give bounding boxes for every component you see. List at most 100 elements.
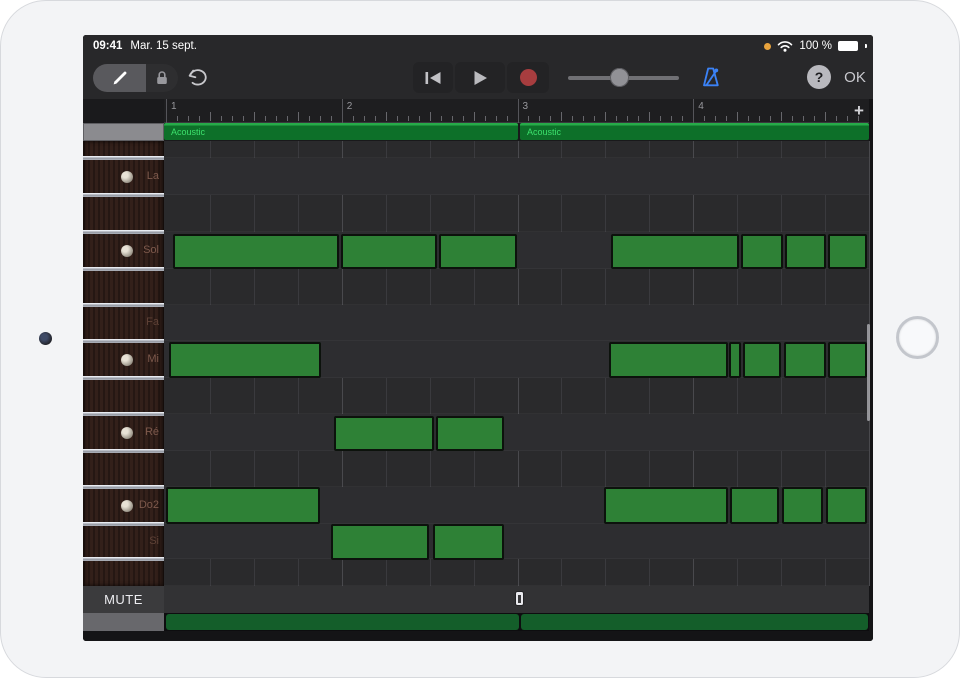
ruler-tick xyxy=(485,116,486,121)
note-sol[interactable] xyxy=(439,234,517,269)
overview-region-2[interactable] xyxy=(521,614,868,630)
note-si[interactable] xyxy=(331,524,429,560)
ruler-tick xyxy=(737,112,738,121)
ruler-tick xyxy=(353,116,354,121)
date: Mar. 15 sept. xyxy=(130,40,196,52)
note-sol[interactable] xyxy=(611,234,739,269)
fret-line xyxy=(83,230,164,234)
home-button[interactable] xyxy=(896,316,939,359)
metronome-button[interactable] xyxy=(699,65,723,89)
note-sol[interactable] xyxy=(341,234,437,269)
vertical-scrollbar[interactable] xyxy=(867,324,870,421)
ruler-tick xyxy=(638,116,639,121)
ruler-tick xyxy=(583,116,584,121)
note-mi[interactable] xyxy=(828,342,867,378)
note-sol[interactable] xyxy=(173,234,339,269)
note-mi[interactable] xyxy=(729,342,741,378)
ruler-tick xyxy=(463,116,464,121)
ok-button[interactable]: OK xyxy=(835,65,873,89)
region-boundary-handle[interactable] xyxy=(515,591,524,606)
note-si[interactable] xyxy=(433,524,504,560)
track-header-cell xyxy=(83,123,164,141)
note-ré[interactable] xyxy=(436,416,504,451)
undo-button[interactable] xyxy=(184,66,210,90)
region-acoustic-1[interactable]: Acoustic xyxy=(164,123,518,140)
ruler-tick xyxy=(594,116,595,121)
grid-row xyxy=(164,451,869,487)
help-button[interactable]: ? xyxy=(807,65,831,89)
lock-tool-button[interactable] xyxy=(146,64,178,92)
ruler-tick xyxy=(649,112,650,121)
ruler-tick xyxy=(397,116,398,121)
grid-row-la xyxy=(164,158,869,195)
rewind-button[interactable] xyxy=(413,62,453,93)
record-icon xyxy=(520,69,537,86)
ruler-tick xyxy=(704,116,705,121)
note-mi[interactable] xyxy=(169,342,321,378)
note-do2[interactable] xyxy=(166,487,320,524)
grid-row xyxy=(164,378,869,414)
ruler-tick xyxy=(539,116,540,121)
ruler-tick xyxy=(682,116,683,121)
ruler-tick xyxy=(441,116,442,121)
screen: 09:41 Mar. 15 sept. 100 % xyxy=(83,35,873,641)
volume-slider-knob[interactable] xyxy=(610,68,629,87)
metronome-icon xyxy=(699,65,723,89)
note-mi[interactable] xyxy=(784,342,826,378)
fret-label-sol: Sol xyxy=(83,244,159,256)
edit-mode-toggle[interactable] xyxy=(93,64,178,92)
fret-line xyxy=(83,267,164,271)
play-button[interactable] xyxy=(455,62,505,93)
ruler-tick xyxy=(770,116,771,121)
grid-row xyxy=(164,141,869,158)
mute-button[interactable]: MUTE xyxy=(83,586,164,613)
note-ré[interactable] xyxy=(334,416,434,451)
ruler-tick xyxy=(847,116,848,121)
ruler-tick xyxy=(605,112,606,121)
ruler-tick xyxy=(496,116,497,121)
fret-line xyxy=(83,339,164,343)
fret-line xyxy=(83,522,164,526)
battery-icon xyxy=(838,41,858,51)
ruler-tick xyxy=(759,116,760,121)
status-bar-left: 09:41 Mar. 15 sept. xyxy=(93,35,197,57)
ruler-tick xyxy=(177,116,178,121)
record-button[interactable] xyxy=(507,62,549,93)
fret-line xyxy=(83,449,164,453)
note-do2[interactable] xyxy=(730,487,779,524)
ruler-tick xyxy=(232,116,233,121)
ruler-tick xyxy=(561,112,562,121)
note-do2[interactable] xyxy=(782,487,823,524)
note-mi[interactable] xyxy=(609,342,728,378)
ruler-tick xyxy=(726,116,727,121)
ruler-tick xyxy=(364,116,365,121)
ruler-tick xyxy=(199,116,200,121)
mic-indicator-icon xyxy=(764,43,771,50)
ruler-tick xyxy=(276,116,277,121)
note-sol[interactable] xyxy=(828,234,867,269)
ruler-tick xyxy=(836,116,837,121)
pencil-tool-button[interactable] xyxy=(93,64,146,92)
note-mi[interactable] xyxy=(743,342,781,378)
wifi-icon xyxy=(777,40,793,52)
fret-label-fa: Fa xyxy=(83,316,159,328)
ruler-tick xyxy=(298,112,299,121)
note-sol[interactable] xyxy=(785,234,826,269)
ruler-tick xyxy=(748,116,749,121)
overview-region-1[interactable] xyxy=(166,614,519,630)
fret-label-si: Si xyxy=(83,535,159,547)
ruler-tick xyxy=(320,116,321,121)
front-camera xyxy=(39,332,52,345)
fret-label-la: La xyxy=(83,170,159,182)
clock: 09:41 xyxy=(93,40,122,52)
note-do2[interactable] xyxy=(826,487,867,524)
battery-percentage: 100 % xyxy=(799,40,832,52)
ruler-tick xyxy=(627,116,628,121)
region-acoustic-2[interactable]: Acoustic xyxy=(520,123,869,140)
ruler-tick xyxy=(309,116,310,121)
ruler-tick xyxy=(452,116,453,121)
ruler-tick xyxy=(660,116,661,121)
pencil-icon xyxy=(110,68,130,88)
note-do2[interactable] xyxy=(604,487,728,524)
note-sol[interactable] xyxy=(741,234,783,269)
